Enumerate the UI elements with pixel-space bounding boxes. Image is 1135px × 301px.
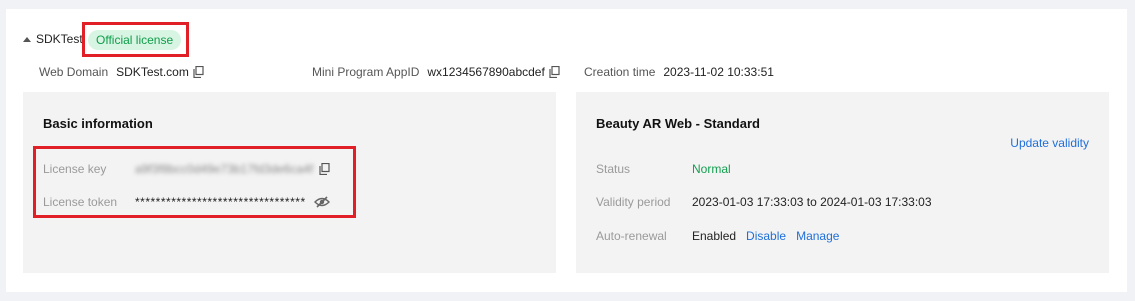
mini-program-label: Mini Program AppID [312, 65, 420, 79]
status-value: Normal [692, 162, 731, 176]
license-header[interactable]: SDKTest [23, 30, 83, 48]
creation-time-value: 2023-11-02 10:33:51 [663, 65, 774, 79]
validity-value: 2023-01-03 17:33:03 to 2024-01-03 17:33:… [692, 195, 932, 209]
app-name: SDKTest [36, 32, 83, 46]
web-domain-label: Web Domain [39, 65, 109, 79]
copy-icon[interactable] [193, 66, 204, 78]
mini-program-meta: Mini Program AppID wx1234567890abcdef [312, 65, 560, 79]
license-token-row: License token **************************… [43, 195, 330, 209]
web-domain-meta: Web Domain SDKTest.com [39, 65, 204, 79]
disable-link[interactable]: Disable [746, 229, 786, 243]
creation-time-label: Creation time [584, 65, 656, 79]
license-key-label: License key [43, 162, 107, 176]
copy-icon[interactable] [319, 163, 330, 175]
basic-information-panel: Basic information License key a9f3f8bcc0… [23, 92, 556, 273]
auto-renewal-row: Auto-renewal Enabled Disable Manage [596, 229, 839, 243]
plan-panel: Beauty AR Web - Standard Update validity… [576, 92, 1109, 273]
creation-time-meta: Creation time 2023-11-02 10:33:51 [584, 65, 774, 79]
caret-up-icon[interactable] [23, 36, 31, 42]
auto-renewal-label: Auto-renewal [596, 229, 667, 243]
validity-row: Validity period 2023-01-03 17:33:03 to 2… [596, 195, 932, 209]
status-row: Status Normal [596, 162, 731, 176]
basic-information-title: Basic information [43, 116, 153, 131]
copy-icon[interactable] [549, 66, 560, 78]
web-domain-value: SDKTest.com [116, 65, 189, 79]
license-token-value: ********************************* [135, 195, 306, 209]
manage-link[interactable]: Manage [796, 229, 839, 243]
mini-program-value: wx1234567890abcdef [427, 65, 545, 79]
license-token-label: License token [43, 195, 118, 209]
license-key-value: a9f3f8bcc0d49e73b17fd3de6ca4f [135, 162, 314, 176]
update-validity-link[interactable]: Update validity [1010, 136, 1089, 150]
auto-renewal-value: Enabled [692, 229, 737, 243]
license-type-badge: Official license [88, 30, 182, 50]
license-key-row: License key a9f3f8bcc0d49e73b17fd3de6ca4… [43, 162, 330, 176]
validity-label: Validity period [596, 195, 671, 209]
status-label: Status [596, 162, 631, 176]
plan-title: Beauty AR Web - Standard [596, 116, 760, 131]
eye-off-icon[interactable] [313, 196, 330, 208]
